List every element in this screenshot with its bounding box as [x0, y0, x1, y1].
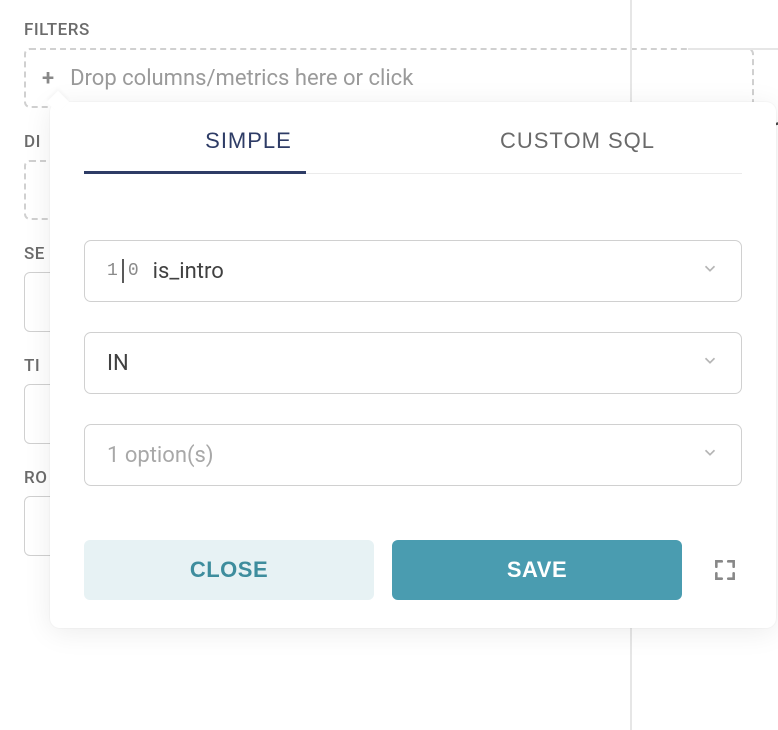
column-type-icon: 1 0	[107, 259, 139, 283]
chevron-down-icon	[701, 259, 719, 284]
filters-dropzone[interactable]: + Drop columns/metrics here or click	[24, 48, 754, 108]
tab-underline	[84, 171, 306, 174]
options-select[interactable]: 1 option(s)	[84, 424, 742, 486]
filter-popover: SIMPLE CUSTOM SQL 1 0 is_intro IN 1 opti…	[50, 102, 776, 628]
operator-select-value: IN	[107, 351, 129, 376]
dropzone-placeholder: Drop columns/metrics here or click	[70, 66, 413, 91]
close-button[interactable]: CLOSE	[84, 540, 374, 600]
tab-simple[interactable]: SIMPLE	[84, 102, 413, 174]
right-horizontal-divider	[688, 48, 778, 50]
options-select-placeholder: 1 option(s)	[107, 443, 214, 468]
plus-icon: +	[42, 66, 54, 91]
operator-select[interactable]: IN	[84, 332, 742, 394]
chevron-down-icon	[701, 351, 719, 376]
chevron-down-icon	[701, 443, 719, 468]
expand-button[interactable]	[708, 553, 742, 587]
tab-list: SIMPLE CUSTOM SQL	[84, 102, 742, 174]
save-button[interactable]: SAVE	[392, 540, 682, 600]
filters-section-label: FILTERS	[24, 20, 754, 40]
column-select-value: is_intro	[153, 259, 224, 284]
expand-icon	[712, 557, 738, 583]
tab-custom-sql[interactable]: CUSTOM SQL	[413, 102, 742, 174]
column-select[interactable]: 1 0 is_intro	[84, 240, 742, 302]
